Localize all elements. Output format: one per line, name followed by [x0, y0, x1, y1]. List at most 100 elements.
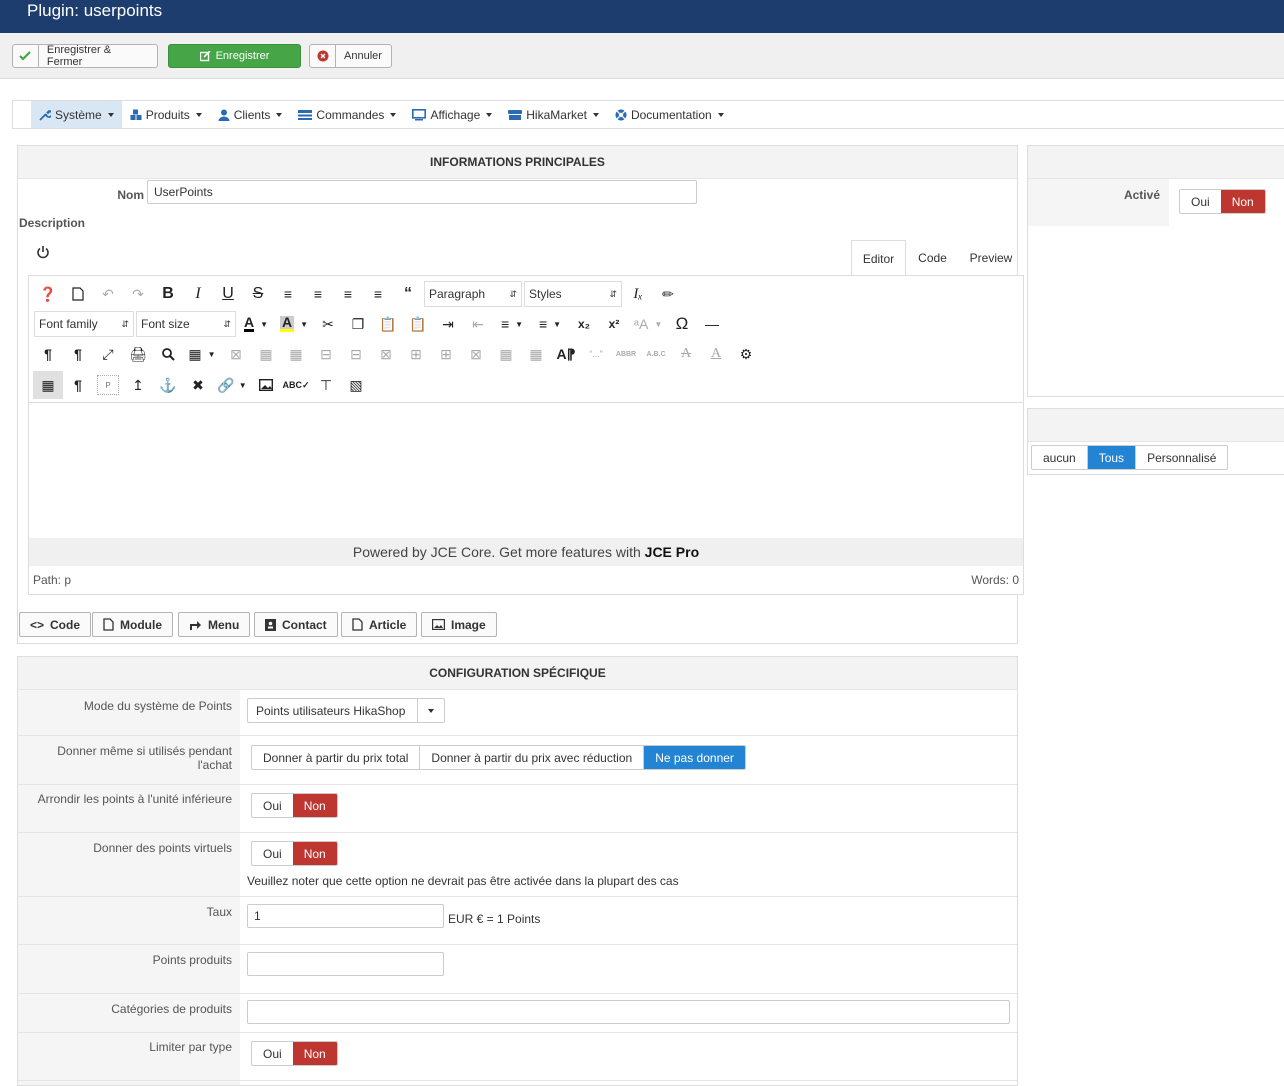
superscript-icon[interactable]: x² [599, 310, 629, 338]
anchor-icon[interactable]: ⚓ [153, 371, 183, 399]
text-color-icon[interactable]: A ▼ [237, 310, 275, 338]
virtual-toggle[interactable]: Oui Non [251, 841, 338, 866]
search-icon[interactable] [153, 340, 183, 368]
save-close-button[interactable]: Enregistrer & Fermer [12, 44, 158, 68]
special-char-icon[interactable]: Ω [667, 310, 697, 338]
save-button[interactable]: Enregistrer [168, 44, 301, 68]
numbered-list-icon[interactable]: ≡ ▼ [493, 310, 531, 338]
editor-article-button[interactable]: Article [341, 612, 418, 637]
show-blocks-icon[interactable]: ¶ [63, 371, 93, 399]
power-icon[interactable] [36, 245, 50, 262]
delete-col-icon[interactable]: ⊠ [461, 340, 491, 368]
access-none-option[interactable]: aucun [1032, 446, 1088, 469]
row-props-icon[interactable]: ▦ [251, 340, 281, 368]
clear-formatting-icon[interactable]: Iₓ [623, 280, 653, 308]
visual-aid-icon[interactable]: ▦ [33, 371, 63, 399]
split-cells-icon[interactable]: ▦ [491, 340, 521, 368]
menu-item-documentation[interactable]: Documentation [607, 101, 732, 128]
cut-icon[interactable]: ✂ [313, 310, 343, 338]
limit-type-toggle[interactable]: Oui Non [251, 1041, 338, 1066]
tab-editor[interactable]: Editor [851, 240, 906, 276]
limit-type-no-option[interactable]: Non [292, 1042, 337, 1065]
print-icon[interactable]: 🖨 [123, 340, 153, 368]
limit-type-yes-option[interactable]: Oui [252, 1042, 293, 1065]
name-input[interactable]: UserPoints [147, 180, 697, 204]
undo-icon[interactable]: ↶ [93, 280, 123, 308]
copy-icon[interactable]: ❐ [343, 310, 373, 338]
give-none-option[interactable]: Ne pas donner [644, 746, 745, 769]
outdent-icon[interactable]: ⇤ [463, 310, 493, 338]
tab-preview[interactable]: Preview [961, 240, 1021, 276]
font-size-select[interactable]: Font size ⇵ [136, 311, 236, 337]
del-icon[interactable]: A [671, 340, 701, 368]
indent-icon[interactable]: ⇥ [433, 310, 463, 338]
give-total-option[interactable]: Donner à partir du prix total [252, 746, 421, 769]
cell-props-icon[interactable]: ▦ [281, 340, 311, 368]
give-mode-selector[interactable]: Donner à partir du prix total Donner à p… [251, 745, 746, 770]
rate-input[interactable]: 1 [247, 904, 444, 928]
tab-code[interactable]: Code [907, 240, 958, 276]
active-no-option[interactable]: Non [1220, 190, 1265, 213]
help-icon[interactable]: ❓ [33, 280, 63, 308]
delete-table-icon[interactable]: ⊠ [221, 340, 251, 368]
editor-content-area[interactable] [29, 402, 1023, 538]
round-yes-option[interactable]: Oui [252, 794, 293, 817]
italic-icon[interactable]: I [183, 280, 213, 308]
virtual-no-option[interactable]: Non [292, 842, 337, 865]
gear-icon[interactable]: ⚙ [731, 340, 761, 368]
cancel-button[interactable]: Annuler [309, 44, 392, 68]
merge-cells-icon[interactable]: ▦ [521, 340, 551, 368]
nonbreaking-icon[interactable]: ⊤ [311, 371, 341, 399]
paste-icon[interactable]: 📋 [373, 310, 403, 338]
access-level-selector[interactable]: aucun Tous Personnalisé [1031, 445, 1229, 470]
categories-input[interactable] [247, 1000, 1010, 1024]
bullet-list-icon[interactable]: ≡ ▼ [531, 310, 569, 338]
editor-contact-button[interactable]: Contact [254, 612, 338, 637]
fullscreen-icon[interactable]: ⤢ [93, 340, 123, 368]
col-after-icon[interactable]: ⊞ [431, 340, 461, 368]
bold-icon[interactable]: B [153, 280, 183, 308]
template-icon[interactable]: ▧ [341, 371, 371, 399]
horizontal-rule-icon[interactable]: — [697, 310, 727, 338]
table-icon[interactable]: ▦ ▼ [183, 340, 221, 368]
editor-menu-button[interactable]: Menu [178, 612, 251, 637]
active-toggle[interactable]: Oui Non [1179, 189, 1266, 214]
format-select[interactable]: Paragraph ⇵ [424, 281, 522, 307]
new-document-icon[interactable] [63, 280, 93, 308]
menu-item-clients[interactable]: Clients [210, 101, 291, 128]
paste-text-icon[interactable]: 📋 [403, 310, 433, 338]
unlink-icon[interactable]: ✖ [183, 371, 213, 399]
mode-select[interactable]: Points utilisateurs HikaShop [247, 698, 445, 723]
product-points-input[interactable] [247, 952, 444, 976]
menu-item-commandes[interactable]: Commandes [290, 101, 404, 128]
editor-image-button[interactable]: Image [421, 612, 497, 637]
row-after-icon[interactable]: ⊟ [341, 340, 371, 368]
menu-item-produits[interactable]: Produits [122, 101, 210, 128]
background-color-icon[interactable]: A ▼ [275, 310, 313, 338]
access-custom-option[interactable]: Personnalisé [1136, 446, 1227, 469]
align-left-icon[interactable]: ≡ [333, 280, 363, 308]
ltr-icon[interactable]: ¶ [33, 340, 63, 368]
font-size-toggle-icon[interactable]: ᵃA ▼ [629, 310, 667, 338]
spellcheck-icon[interactable]: ABC✓ [281, 371, 311, 399]
blockquote-icon[interactable]: “ [393, 280, 423, 308]
font-family-select[interactable]: Font family ⇵ [34, 311, 134, 337]
rtl-icon[interactable]: ¶ [63, 340, 93, 368]
ins-icon[interactable]: A [701, 340, 731, 368]
subscript-icon[interactable]: x₂ [569, 310, 599, 338]
redo-icon[interactable]: ↷ [123, 280, 153, 308]
menu-item-hikamarket[interactable]: HikaMarket [500, 101, 607, 128]
menu-item-affichage[interactable]: Affichage [404, 101, 500, 128]
link-icon[interactable]: 🔗 ▼ [213, 371, 251, 399]
give-discount-option[interactable]: Donner à partir du prix avec réduction [420, 746, 645, 769]
editor-code-button[interactable]: <> Code [19, 612, 92, 637]
col-before-icon[interactable]: ⊞ [401, 340, 431, 368]
abbr-icon[interactable]: ABBR [611, 340, 641, 368]
visual-chars-icon[interactable]: P [97, 375, 119, 395]
align-center-icon[interactable]: ≡ [303, 280, 333, 308]
underline-icon[interactable]: U [213, 280, 243, 308]
virtual-yes-option[interactable]: Oui [252, 842, 293, 865]
align-right-icon[interactable]: ≡ [363, 280, 393, 308]
active-yes-option[interactable]: Oui [1180, 190, 1221, 213]
align-justify-icon[interactable]: ≡ [273, 280, 303, 308]
